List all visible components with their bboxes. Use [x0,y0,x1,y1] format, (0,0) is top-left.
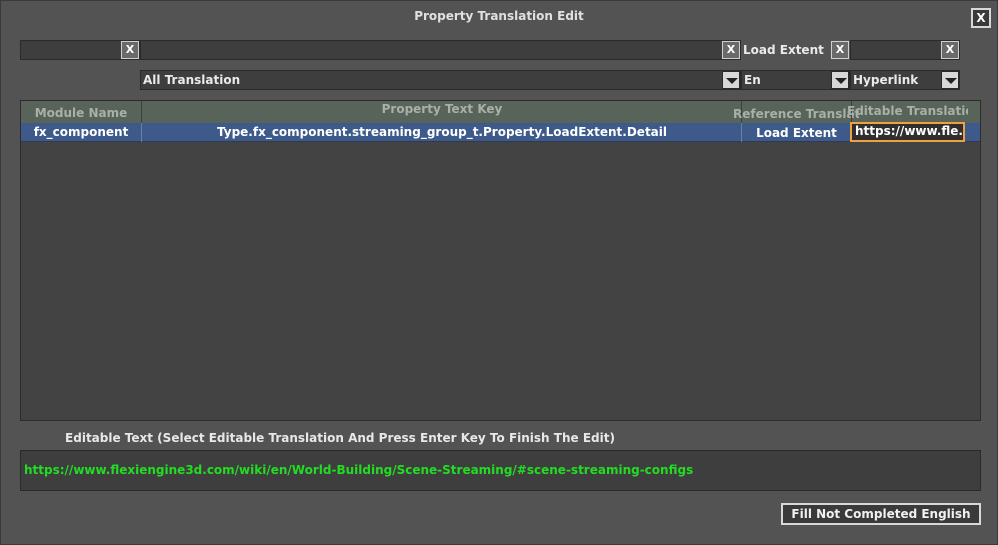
column-header-key[interactable]: Property Text Key [142,101,742,123]
translation-mode-value: All Translation [143,73,241,87]
reference-language-dropdown-icon[interactable] [831,71,849,89]
column-header-module[interactable]: Module Name [21,102,141,124]
translation-window: Property Translation Edit X X X Load Ext… [0,0,998,545]
close-button[interactable]: X [971,8,991,28]
translation-table: Module Name Property Text Key Reference … [20,100,981,421]
translation-mode-dropdown-icon[interactable] [722,71,740,89]
editable-language-value: Hyperlink [853,73,919,87]
clear-editable-filter-button[interactable]: X [941,41,959,59]
window-title: Property Translation Edit [414,9,584,23]
cell-reference[interactable]: Load Extent [742,123,851,142]
clear-reference-filter-button[interactable]: X [831,41,849,59]
reference-language-value: En [744,73,761,87]
editable-text-value: https://www.flexiengine3d.com/wiki/en/Wo… [24,463,694,477]
translation-mode-select[interactable]: All Translation [140,70,741,90]
column-header-reference[interactable]: Reference Translation [733,102,859,124]
clear-module-filter-button[interactable]: X [121,41,139,59]
cell-key[interactable]: Type.fx_component.streaming_group_t.Prop… [142,123,742,142]
cell-editable-translation[interactable]: https://www.fle... [850,122,965,142]
editable-text-label: Editable Text (Select Editable Translati… [65,431,615,445]
table-header: Module Name Property Text Key Reference … [21,101,980,123]
column-header-editable[interactable]: Editable Translation [847,101,968,123]
editable-language-dropdown-icon[interactable] [941,71,959,89]
fill-not-completed-english-button[interactable]: Fill Not Completed English [781,503,981,525]
key-filter-input[interactable] [140,40,741,60]
reference-filter-input[interactable]: Load Extent [743,43,824,57]
table-row[interactable]: fx_component Type.fx_component.streaming… [21,122,980,142]
clear-key-filter-button[interactable]: X [722,41,740,59]
editable-text-input[interactable]: https://www.flexiengine3d.com/wiki/en/Wo… [20,450,981,491]
cell-module[interactable]: fx_component [21,123,141,142]
